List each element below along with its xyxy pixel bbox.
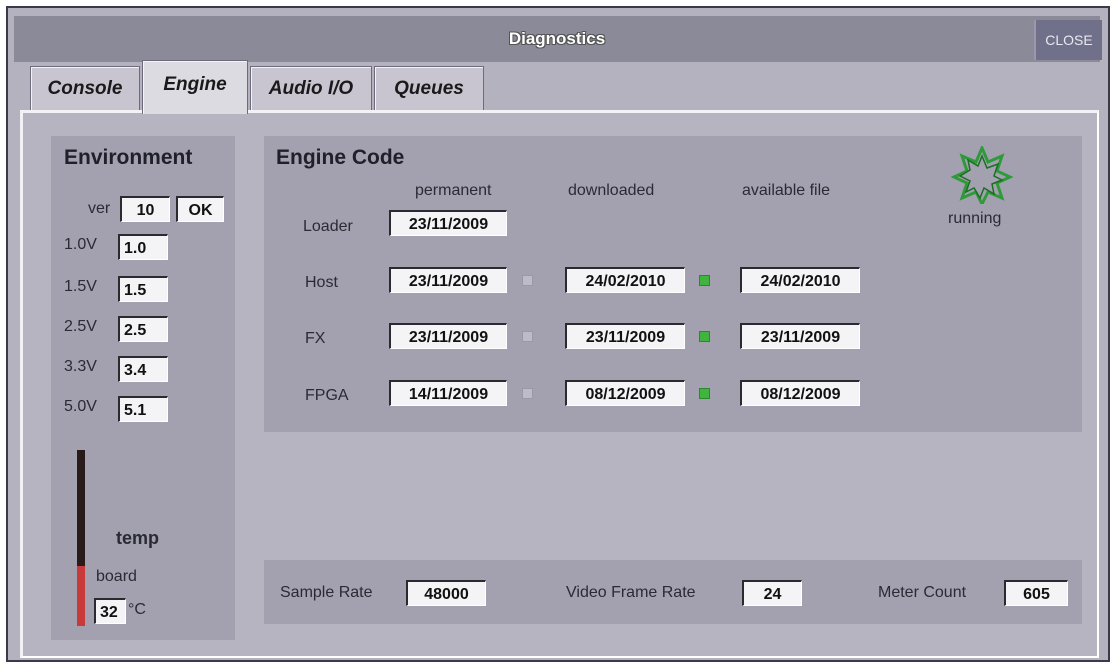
sample-rate-label: Sample Rate [280, 584, 373, 601]
voltage-label-5v0: 5.0V [64, 398, 97, 415]
fx-downloaded-indicator [699, 331, 710, 342]
tab-console[interactable]: Console [30, 66, 140, 110]
host-permanent: 23/11/2009 [389, 267, 507, 293]
column-available-file: available file [742, 182, 831, 199]
host-permanent-indicator [522, 275, 533, 286]
fpga-permanent-indicator [522, 388, 533, 399]
row-label-fpga: FPGA [305, 387, 349, 404]
fpga-downloaded: 08/12/2009 [565, 380, 685, 406]
board-label: board [96, 568, 137, 585]
column-permanent: permanent [415, 182, 492, 199]
window-title: Diagnostics [508, 29, 606, 48]
temperature-meter-fill [77, 566, 85, 626]
sample-rate-value: 48000 [406, 580, 486, 606]
fx-permanent-indicator [522, 331, 533, 342]
running-status-icon [950, 146, 1014, 204]
voltage-label-1v5: 1.5V [64, 278, 97, 295]
engine-status: running [948, 210, 1002, 227]
close-button[interactable]: CLOSE [1034, 20, 1102, 60]
video-frame-rate-value: 24 [742, 580, 802, 606]
tab-queues[interactable]: Queues [374, 66, 484, 110]
title-bar: Diagnostics [14, 16, 1100, 62]
host-available: 24/02/2010 [740, 267, 860, 293]
tab-audio-io[interactable]: Audio I/O [250, 66, 372, 110]
temp-unit: °C [128, 601, 146, 618]
meter-count-label: Meter Count [878, 584, 967, 601]
fpga-permanent: 14/11/2009 [389, 380, 507, 406]
voltage-value-1v5: 1.5 [118, 276, 168, 302]
fx-downloaded: 23/11/2009 [565, 323, 685, 349]
fx-available: 23/11/2009 [740, 323, 860, 349]
video-frame-rate-label: Video Frame Rate [566, 584, 696, 601]
ver-status: OK [176, 196, 224, 222]
voltage-label-1v0: 1.0V [64, 236, 97, 253]
loader-permanent: 23/11/2009 [389, 210, 507, 236]
fx-permanent: 23/11/2009 [389, 323, 507, 349]
column-downloaded: downloaded [568, 182, 655, 199]
host-downloaded-indicator [699, 275, 710, 286]
temperature-meter [77, 450, 85, 626]
fpga-available: 08/12/2009 [740, 380, 860, 406]
voltage-value-2v5: 2.5 [118, 316, 168, 342]
host-downloaded: 24/02/2010 [565, 267, 685, 293]
environment-heading: Environment [64, 146, 193, 169]
row-label-loader: Loader [303, 218, 353, 235]
tab-engine[interactable]: Engine [142, 60, 248, 114]
voltage-label-3v3: 3.3V [64, 358, 97, 375]
fpga-downloaded-indicator [699, 388, 710, 399]
row-label-fx: FX [305, 330, 326, 347]
voltage-value-3v3: 3.4 [118, 356, 168, 382]
temp-label: temp [116, 528, 160, 548]
row-label-host: Host [305, 274, 338, 291]
board-temp-value: 32 [94, 598, 126, 624]
voltage-label-2v5: 2.5V [64, 318, 97, 335]
ver-value: 10 [120, 196, 170, 222]
ver-label: ver [88, 200, 111, 217]
engine-code-heading: Engine Code [276, 146, 405, 169]
voltage-value-1v0: 1.0 [118, 234, 168, 260]
meter-count-value: 605 [1004, 580, 1068, 606]
voltage-value-5v0: 5.1 [118, 396, 168, 422]
